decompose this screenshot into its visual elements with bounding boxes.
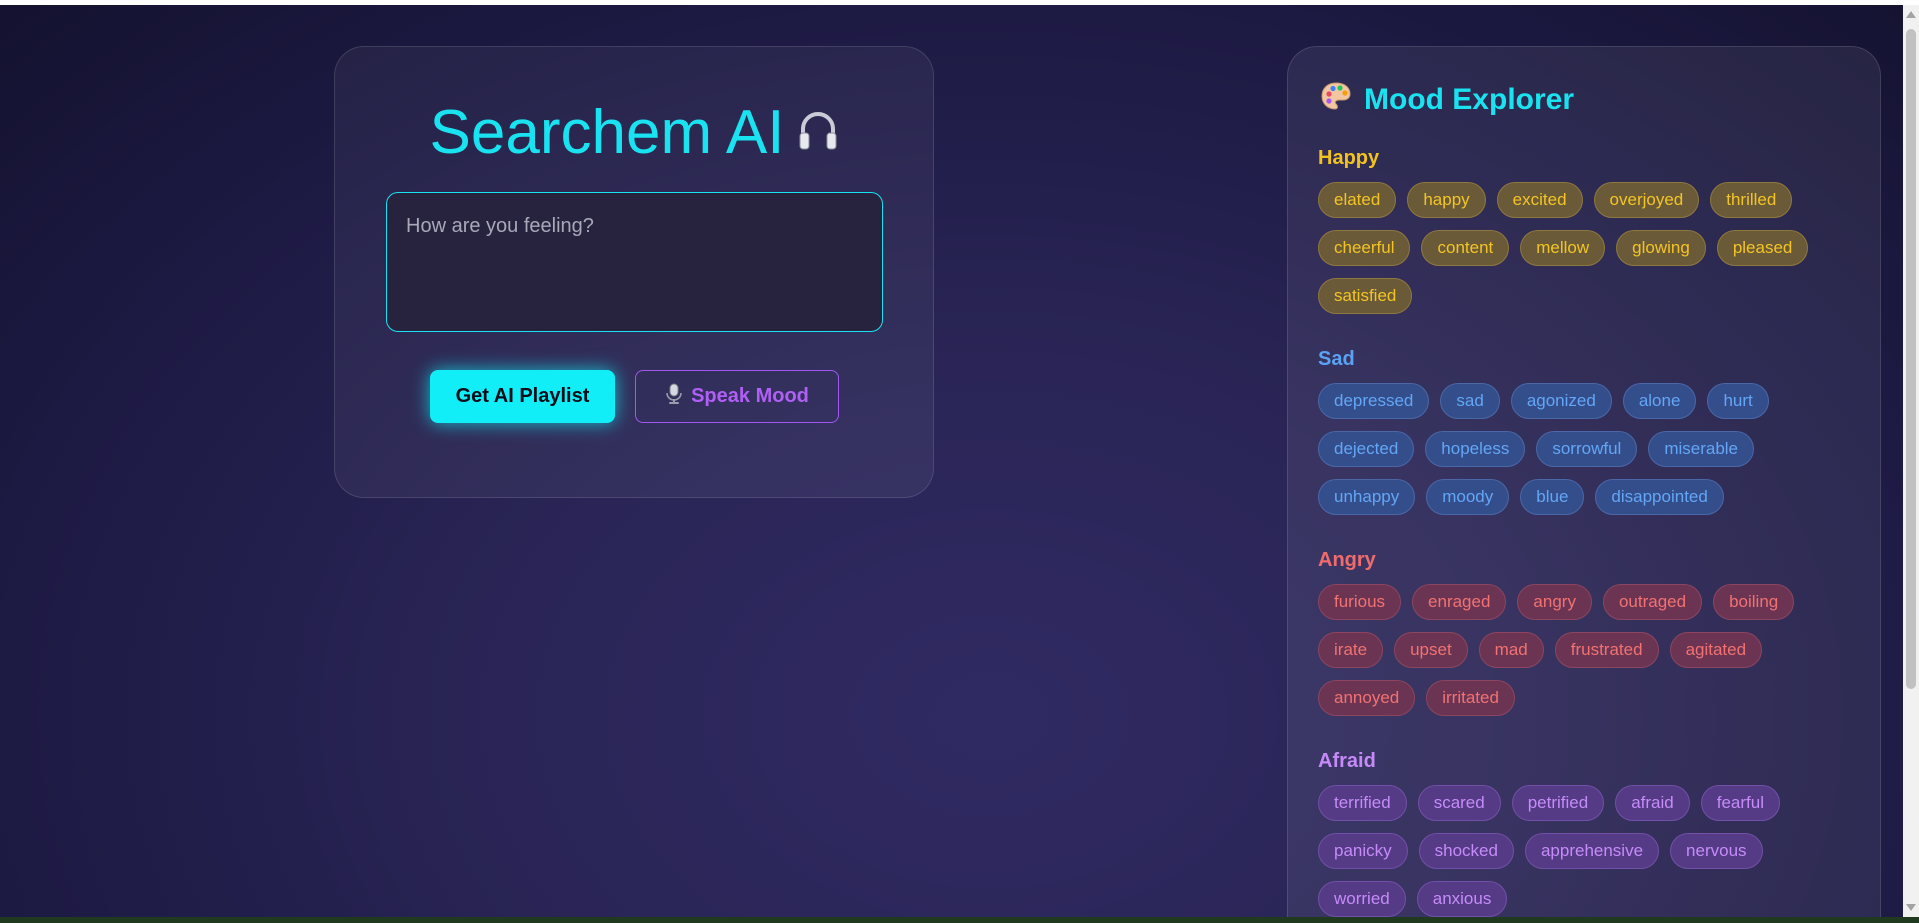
- mood-chip[interactable]: cheerful: [1318, 230, 1411, 266]
- mood-chip[interactable]: nervous: [1670, 833, 1763, 869]
- mood-chip[interactable]: petrified: [1511, 785, 1605, 821]
- mood-section-title: Sad: [1318, 348, 1355, 370]
- mood-chip[interactable]: fearful: [1700, 785, 1780, 821]
- vertical-scrollbar[interactable]: [1903, 5, 1919, 917]
- mood-chip[interactable]: shocked: [1418, 833, 1514, 869]
- mood-section-angry: Angry furious enraged angry outraged boiling…: [1318, 546, 1858, 716]
- mood-chip[interactable]: furious: [1318, 584, 1402, 620]
- mood-chip[interactable]: dejected: [1318, 431, 1415, 467]
- mood-chip[interactable]: miserable: [1648, 431, 1755, 467]
- mood-chip[interactable]: worried: [1318, 881, 1406, 917]
- scroll-down-arrow-icon[interactable]: [1906, 904, 1916, 911]
- speak-mood-label: Speak Mood: [691, 385, 809, 407]
- mood-chip[interactable]: panicky: [1318, 833, 1408, 869]
- scroll-up-arrow-icon[interactable]: [1906, 11, 1916, 18]
- mood-chip[interactable]: mad: [1478, 632, 1544, 668]
- mood-chip[interactable]: irate: [1318, 632, 1384, 668]
- mood-chip[interactable]: agitated: [1669, 632, 1763, 668]
- mood-chip[interactable]: annoyed: [1318, 680, 1416, 716]
- microphone-icon: [665, 383, 683, 411]
- mood-explorer-title: Mood Explorer: [1364, 83, 1575, 116]
- mood-chip[interactable]: depressed: [1318, 383, 1430, 419]
- search-card: Searchem AI Get AI Playlist Speak Mood: [334, 46, 934, 498]
- mood-chip[interactable]: disappointed: [1595, 479, 1724, 515]
- mood-chip[interactable]: boiling: [1713, 584, 1795, 620]
- mood-chip[interactable]: unhappy: [1318, 479, 1416, 515]
- mood-chip[interactable]: sad: [1440, 383, 1500, 419]
- mood-explorer-panel: Mood Explorer Happy elated happy excited ov…: [1287, 46, 1881, 917]
- mood-chip[interactable]: satisfied: [1318, 278, 1413, 314]
- mood-chip[interactable]: blue: [1520, 479, 1585, 515]
- mood-chip[interactable]: overjoyed: [1593, 182, 1700, 218]
- mood-chip[interactable]: afraid: [1615, 785, 1690, 821]
- mood-chip[interactable]: hurt: [1707, 383, 1769, 419]
- mood-chip[interactable]: alone: [1622, 383, 1697, 419]
- mood-chip[interactable]: pleased: [1716, 230, 1809, 266]
- mood-section-title: Angry: [1318, 549, 1376, 571]
- mood-chip[interactable]: scared: [1417, 785, 1501, 821]
- mood-chip[interactable]: content: [1421, 230, 1510, 266]
- mood-section-title: Happy: [1318, 147, 1380, 169]
- headphones-icon: [798, 97, 838, 169]
- page-background: Searchem AI Get AI Playlist Speak Mood: [0, 5, 1903, 917]
- mood-explorer-header: Mood Explorer: [1320, 81, 1574, 119]
- mood-chip[interactable]: moody: [1426, 479, 1510, 515]
- mood-chip[interactable]: happy: [1407, 182, 1486, 218]
- mood-section-afraid: Afraid terrified scared petrified afraid fea…: [1318, 747, 1858, 917]
- get-playlist-button[interactable]: Get AI Playlist: [430, 370, 615, 423]
- mood-chip[interactable]: excited: [1496, 182, 1583, 218]
- mood-chip-list: depressed sad agonized alone hurt dejected hop…: [1318, 383, 1858, 515]
- mood-chip-list: furious enraged angry outraged boiling irate u…: [1318, 584, 1858, 716]
- mood-chip[interactable]: angry: [1517, 584, 1592, 620]
- mood-chip[interactable]: elated: [1318, 182, 1397, 218]
- mood-chip-list: terrified scared petrified afraid fearful pan…: [1318, 785, 1858, 917]
- app-title: Searchem AI: [335, 97, 933, 173]
- mood-chip[interactable]: frustrated: [1554, 632, 1659, 668]
- speak-mood-button[interactable]: Speak Mood: [635, 370, 839, 423]
- mood-section-title: Afraid: [1318, 750, 1376, 772]
- mood-chip[interactable]: irritated: [1426, 680, 1515, 716]
- mood-chip[interactable]: outraged: [1602, 584, 1703, 620]
- mood-chip[interactable]: anxious: [1416, 881, 1508, 917]
- mood-chip[interactable]: apprehensive: [1524, 833, 1660, 869]
- mood-section-happy: Happy elated happy excited overjoyed thrille…: [1318, 144, 1858, 314]
- mood-chip[interactable]: sorrowful: [1536, 431, 1638, 467]
- mood-chip[interactable]: mellow: [1520, 230, 1606, 266]
- mood-chip[interactable]: enraged: [1412, 584, 1507, 620]
- palette-icon: [1320, 81, 1352, 119]
- mood-chip[interactable]: terrified: [1318, 785, 1407, 821]
- taskbar-edge: [0, 917, 1919, 923]
- mood-chip[interactable]: agonized: [1510, 383, 1612, 419]
- app-title-text: Searchem AI: [429, 98, 785, 167]
- mood-chip[interactable]: upset: [1394, 632, 1468, 668]
- mood-section-sad: Sad depressed sad agonized alone hurt dejecte…: [1318, 345, 1858, 515]
- mood-chip-list: elated happy excited overjoyed thrilled cheer…: [1318, 182, 1858, 314]
- mood-chip[interactable]: thrilled: [1710, 182, 1793, 218]
- mood-chip[interactable]: glowing: [1616, 230, 1706, 266]
- scrollbar-thumb[interactable]: [1906, 29, 1916, 689]
- mood-input[interactable]: [386, 192, 883, 332]
- mood-chip[interactable]: hopeless: [1425, 431, 1526, 467]
